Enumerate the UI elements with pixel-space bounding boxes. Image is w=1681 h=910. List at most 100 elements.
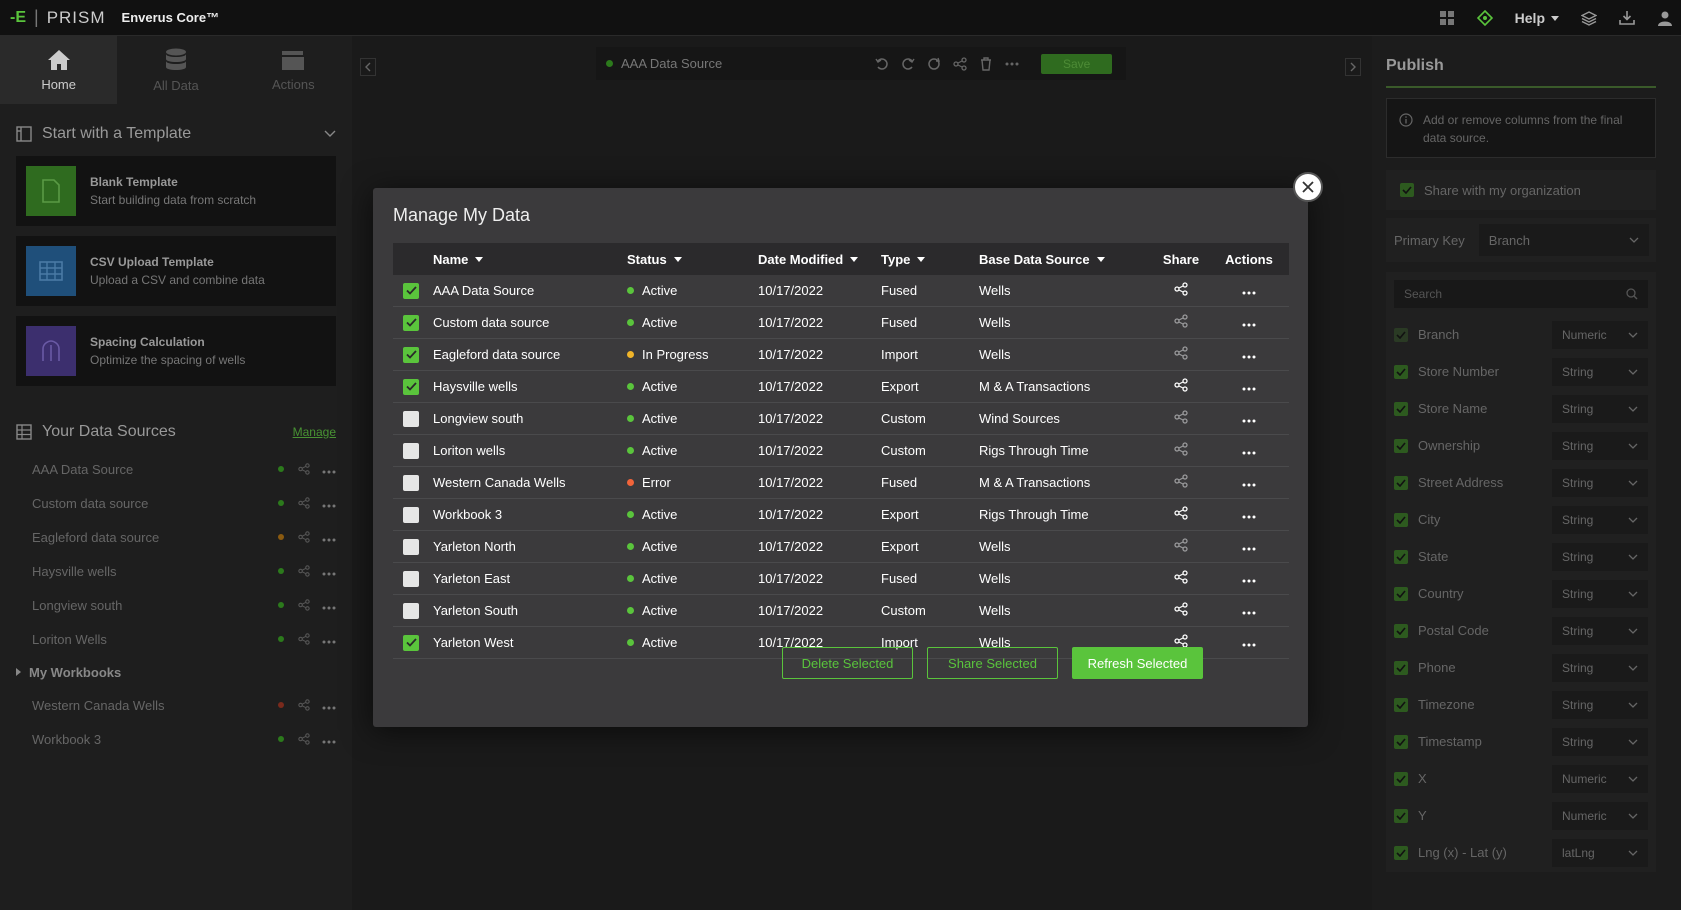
row-checkbox[interactable]: [403, 506, 419, 523]
source-name-field[interactable]: AAA Data Source: [596, 56, 861, 71]
data-source-item[interactable]: AAA Data Source: [0, 452, 352, 486]
template-csv-upload[interactable]: CSV Upload Template Upload a CSV and com…: [16, 236, 336, 306]
column-type-select[interactable]: String: [1552, 727, 1648, 756]
column-checkbox[interactable]: [1394, 327, 1408, 342]
more-icon[interactable]: [322, 530, 336, 545]
trash-icon[interactable]: [979, 56, 993, 71]
close-modal-button[interactable]: [1293, 172, 1323, 202]
row-actions-more-icon[interactable]: [1242, 347, 1256, 362]
column-checkbox[interactable]: [1394, 697, 1408, 712]
share-icon[interactable]: [953, 56, 967, 71]
share-icon[interactable]: [298, 733, 310, 745]
share-icon[interactable]: [1174, 602, 1188, 619]
column-search-input[interactable]: Search: [1394, 280, 1648, 308]
row-checkbox[interactable]: [403, 474, 419, 491]
collapse-left-button[interactable]: [360, 58, 376, 76]
row-actions-more-icon[interactable]: [1242, 315, 1256, 330]
data-source-item[interactable]: Loriton Wells: [0, 622, 352, 656]
save-button[interactable]: Save: [1041, 53, 1113, 74]
row-checkbox[interactable]: [403, 442, 419, 459]
column-type-select[interactable]: String: [1552, 505, 1648, 534]
more-icon[interactable]: [322, 598, 336, 613]
column-checkbox[interactable]: [1394, 808, 1408, 823]
data-source-item[interactable]: Longview south: [0, 588, 352, 622]
row-actions-more-icon[interactable]: [1242, 283, 1256, 298]
more-icon[interactable]: [322, 632, 336, 647]
share-org-toggle[interactable]: Share with my organization: [1386, 170, 1656, 210]
share-icon[interactable]: [1174, 282, 1188, 299]
row-checkbox[interactable]: [403, 314, 419, 331]
row-actions-more-icon[interactable]: [1242, 603, 1256, 618]
column-type-select[interactable]: Numeric: [1552, 764, 1648, 793]
column-checkbox[interactable]: [1394, 364, 1408, 379]
share-icon[interactable]: [1174, 346, 1188, 363]
column-type-select[interactable]: Numeric: [1552, 320, 1648, 349]
data-source-item[interactable]: Haysville wells: [0, 554, 352, 588]
share-icon[interactable]: [1174, 474, 1188, 491]
share-selected-button[interactable]: Share Selected: [927, 647, 1058, 679]
column-checkbox[interactable]: [1394, 845, 1408, 860]
share-icon[interactable]: [1174, 442, 1188, 459]
row-actions-more-icon[interactable]: [1242, 443, 1256, 458]
tab-actions[interactable]: Actions: [235, 36, 352, 104]
column-type-select[interactable]: String: [1552, 653, 1648, 682]
column-checkbox[interactable]: [1394, 475, 1408, 490]
share-icon[interactable]: [1174, 538, 1188, 555]
col-header-base[interactable]: Base Data Source: [979, 252, 1153, 267]
column-type-select[interactable]: Numeric: [1552, 801, 1648, 830]
column-checkbox[interactable]: [1394, 771, 1408, 786]
workbook-item[interactable]: Workbook 3: [0, 722, 352, 756]
workbooks-group-toggle[interactable]: My Workbooks: [0, 656, 352, 688]
row-actions-more-icon[interactable]: [1242, 539, 1256, 554]
column-type-select[interactable]: String: [1552, 616, 1648, 645]
share-icon[interactable]: [1174, 314, 1188, 331]
share-icon[interactable]: [1174, 506, 1188, 523]
share-icon[interactable]: [1174, 378, 1188, 395]
row-actions-more-icon[interactable]: [1242, 507, 1256, 522]
share-icon[interactable]: [298, 463, 310, 475]
col-header-type[interactable]: Type: [881, 252, 979, 267]
share-icon[interactable]: [298, 599, 310, 611]
share-icon[interactable]: [298, 497, 310, 509]
column-checkbox[interactable]: [1394, 401, 1408, 416]
row-actions-more-icon[interactable]: [1242, 571, 1256, 586]
column-checkbox[interactable]: [1394, 549, 1408, 564]
row-checkbox[interactable]: [403, 538, 419, 555]
row-checkbox[interactable]: [403, 602, 419, 619]
column-type-select[interactable]: String: [1552, 394, 1648, 423]
grid-icon[interactable]: [1439, 10, 1455, 26]
share-icon[interactable]: [1174, 410, 1188, 427]
collapse-right-button[interactable]: [1345, 58, 1361, 76]
logo[interactable]: -E | PRISM: [0, 7, 106, 28]
row-actions-more-icon[interactable]: [1242, 475, 1256, 490]
row-checkbox[interactable]: [403, 346, 419, 363]
manage-link[interactable]: Manage: [293, 425, 336, 439]
more-icon[interactable]: [322, 732, 336, 747]
col-header-name[interactable]: Name: [433, 252, 627, 267]
layers-icon[interactable]: [1581, 10, 1597, 26]
share-icon[interactable]: [298, 531, 310, 543]
tab-home[interactable]: Home: [0, 36, 118, 104]
refresh-selected-button[interactable]: Refresh Selected: [1072, 647, 1203, 679]
more-icon[interactable]: [322, 564, 336, 579]
row-actions-more-icon[interactable]: [1242, 411, 1256, 426]
row-actions-more-icon[interactable]: [1242, 379, 1256, 394]
diamond-icon[interactable]: [1476, 10, 1493, 26]
checkbox[interactable]: [1400, 183, 1414, 197]
template-section-header[interactable]: Start with a Template: [0, 112, 352, 156]
column-checkbox[interactable]: [1394, 623, 1408, 638]
redo-icon[interactable]: [901, 57, 915, 71]
column-checkbox[interactable]: [1394, 586, 1408, 601]
template-blank[interactable]: Blank Template Start building data from …: [16, 156, 336, 226]
download-icon[interactable]: [1619, 10, 1635, 26]
more-icon[interactable]: [322, 462, 336, 477]
row-checkbox[interactable]: [403, 410, 419, 427]
column-checkbox[interactable]: [1394, 512, 1408, 527]
column-type-select[interactable]: String: [1552, 579, 1648, 608]
tab-all-data[interactable]: All Data: [117, 36, 234, 104]
row-actions-more-icon[interactable]: [1242, 635, 1256, 650]
row-checkbox[interactable]: [403, 570, 419, 587]
column-checkbox[interactable]: [1394, 438, 1408, 453]
workbook-item[interactable]: Western Canada Wells: [0, 688, 352, 722]
column-type-select[interactable]: String: [1552, 690, 1648, 719]
